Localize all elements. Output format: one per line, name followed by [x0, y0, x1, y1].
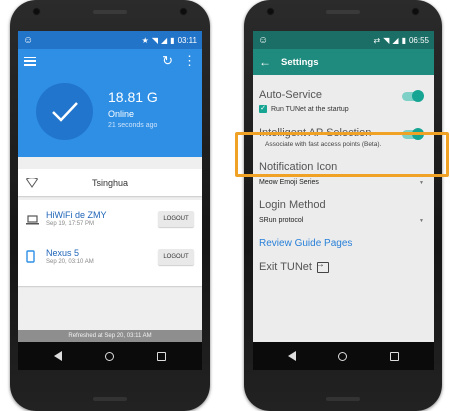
- right-screen: ☺ ⇄ ◥ ◢ ▮ 06:55 ← Settings Auto-Service …: [253, 31, 434, 370]
- laptop-icon: [26, 215, 39, 225]
- device-name: HiWiFi de ZMY: [46, 210, 107, 220]
- bottom-speaker: [93, 397, 127, 401]
- front-camera: [179, 7, 188, 16]
- emoji-icon: ☺: [258, 34, 269, 46]
- status-hero: 18.81 G Online 21 seconds ago: [18, 73, 202, 157]
- wifi-icon: ◥: [383, 35, 390, 45]
- check-icon: [51, 101, 78, 122]
- login-method-dropdown[interactable]: SRun protocol ▼: [259, 217, 428, 224]
- page-title: Settings: [281, 56, 319, 68]
- review-guide-link[interactable]: Review Guide Pages: [259, 238, 428, 249]
- recents-nav-icon[interactable]: [389, 351, 399, 361]
- signal-icon: ◢: [161, 35, 168, 45]
- online-status-indicator: [36, 83, 93, 140]
- dropdown-arrow-icon: ▼: [419, 218, 424, 224]
- app-toolbar: ↻ ⋮: [18, 49, 202, 73]
- emoji-icon: ☺: [23, 34, 34, 46]
- device-login-time: Sep 20, 03:10 AM: [46, 259, 94, 265]
- device-row: HiWiFi de ZMY Sep 19, 17:57 PM LOGOUT: [18, 204, 202, 242]
- settings-list: Auto-Service ✓ Run TUNet at the startup …: [253, 89, 434, 273]
- exit-button[interactable]: Exit TUNet: [259, 259, 428, 273]
- bottom-speaker: [326, 397, 360, 401]
- menu-icon[interactable]: [24, 56, 36, 66]
- left-screen: ☺ ★ ◥ ◢ ▮ 03:11 ↻ ⋮ 18.81 G Online 21 se…: [18, 31, 202, 370]
- network-card[interactable]: Tsinghua: [18, 169, 202, 196]
- wifi-icon: ◥: [151, 35, 158, 45]
- speaker-grille: [93, 10, 127, 14]
- device-row: Nexus 5 Sep 20, 03:10 AM LOGOUT: [18, 242, 202, 280]
- star-icon: ★: [141, 35, 149, 45]
- arrow-back-icon[interactable]: ←: [259, 55, 271, 69]
- status-bar: ☺ ⇄ ◥ ◢ ▮ 06:55: [253, 31, 434, 49]
- status-time: 06:55: [408, 35, 429, 45]
- front-sensor: [32, 7, 41, 16]
- dropdown-value: SRun protocol: [259, 217, 304, 224]
- refresh-footer: Refreshed at Sep 20, 03:11 AM: [18, 330, 202, 342]
- phone-icon: [26, 250, 35, 263]
- home-nav-icon[interactable]: [338, 351, 348, 361]
- back-nav-icon[interactable]: [288, 351, 297, 361]
- dropdown-value: Meow Emoji Series: [259, 179, 319, 186]
- auto-service-setting[interactable]: Auto-Service ✓ Run TUNet at the startup: [259, 89, 428, 113]
- system-nav-bar: [253, 342, 434, 370]
- system-nav-bar: [18, 342, 202, 370]
- back-nav-icon[interactable]: [53, 351, 62, 361]
- connection-state: Online: [108, 109, 135, 119]
- battery-icon: ▮: [401, 35, 406, 45]
- recents-nav-icon[interactable]: [157, 351, 167, 361]
- dropdown-arrow-icon: ▼: [419, 180, 424, 186]
- sync-icon: ⇄: [373, 35, 381, 45]
- front-sensor: [266, 7, 275, 16]
- exit-label: Exit TUNet: [259, 261, 312, 273]
- startup-checkbox[interactable]: ✓: [259, 105, 267, 113]
- right-phone: ☺ ⇄ ◥ ◢ ▮ 06:55 ← Settings Auto-Service …: [244, 0, 442, 411]
- device-name: Nexus 5: [46, 248, 80, 258]
- front-camera: [411, 7, 420, 16]
- auto-service-toggle[interactable]: [402, 90, 424, 102]
- logout-button[interactable]: LOGOUT: [158, 249, 194, 265]
- status-time: 03:11: [177, 35, 197, 45]
- network-name: Tsinghua: [91, 177, 129, 188]
- last-updated: 21 seconds ago: [108, 122, 158, 129]
- login-method-setting[interactable]: Login Method SRun protocol ▼: [259, 199, 428, 224]
- battery-icon: ▮: [170, 35, 175, 45]
- logout-button[interactable]: LOGOUT: [158, 211, 194, 227]
- devices-card: HiWiFi de ZMY Sep 19, 17:57 PM LOGOUT Ne…: [18, 200, 202, 286]
- usage-amount: 18.81 G: [108, 89, 158, 105]
- signal-icon: ◢: [392, 35, 399, 45]
- status-bar: ☺ ★ ◥ ◢ ▮ 03:11: [18, 31, 202, 49]
- left-phone: ☺ ★ ◥ ◢ ▮ 03:11 ↻ ⋮ 18.81 G Online 21 se…: [10, 0, 210, 411]
- more-vert-icon[interactable]: ⋮: [183, 53, 196, 69]
- setting-title: Login Method: [259, 199, 326, 211]
- speaker-grille: [326, 10, 360, 14]
- home-nav-icon[interactable]: [104, 351, 114, 361]
- settings-toolbar: ← Settings: [253, 49, 434, 75]
- highlight-box: [235, 132, 449, 177]
- refresh-icon[interactable]: ↻: [162, 53, 173, 69]
- checkbox-label: Run TUNet at the startup: [271, 105, 349, 113]
- notification-icon-dropdown[interactable]: Meow Emoji Series ▼: [259, 179, 428, 186]
- exit-icon: [315, 259, 329, 273]
- device-login-time: Sep 19, 17:57 PM: [46, 221, 95, 227]
